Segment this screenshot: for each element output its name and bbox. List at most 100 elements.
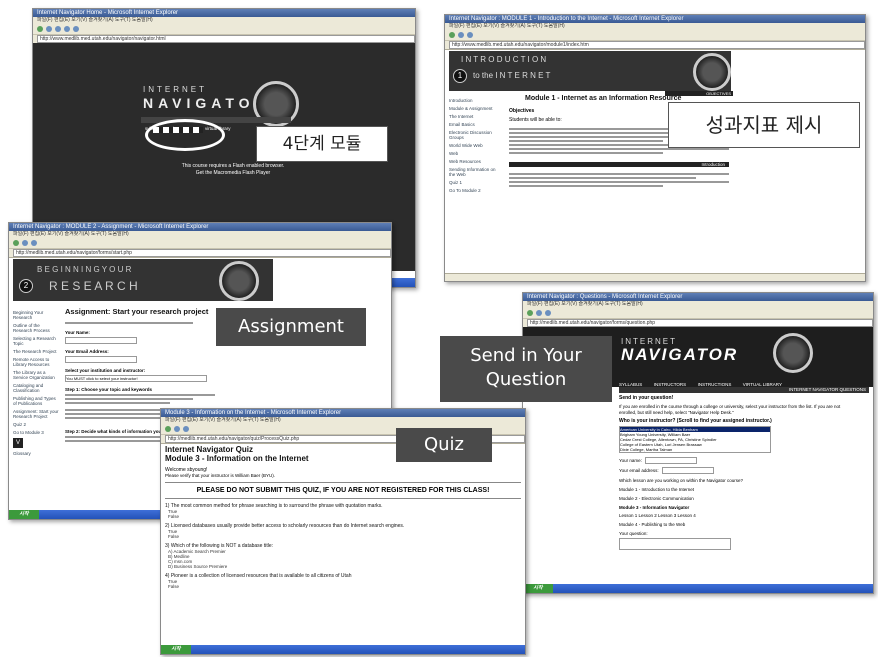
callout-performance-indicators: 성과지표 제시: [668, 102, 860, 148]
back-icon[interactable]: [527, 310, 533, 316]
sidebar-item[interactable]: Quiz 2: [13, 422, 59, 427]
text-line: [509, 148, 729, 150]
callout-send-question: Send in Your Question: [440, 336, 612, 402]
quiz-warning: PLEASE DO NOT SUBMIT THIS QUIZ, IF YOU A…: [196, 487, 490, 494]
sidebar-item[interactable]: Remote Access to Library Resources: [13, 357, 59, 367]
sidebar-item[interactable]: Cataloging and Classification: [13, 383, 59, 393]
refresh-icon[interactable]: [31, 240, 37, 246]
divider: [165, 482, 521, 483]
sidebar-item[interactable]: Sending Information on the Web: [449, 167, 503, 177]
sidebar-item[interactable]: Beginning Your Research: [13, 310, 59, 320]
taskbar: 시작: [523, 584, 873, 593]
banner-line-2: R E S E A R C H: [49, 279, 138, 293]
sidebar-item[interactable]: The Research Project: [13, 349, 59, 354]
instructor-listbox[interactable]: American University in Cairo, Hilda Benh…: [619, 426, 771, 453]
module1-sidebar: Introduction Module & Assignment The Int…: [449, 95, 503, 196]
sidebar-item[interactable]: The Library as a Service Organization: [13, 370, 59, 380]
browser-toolbar: [523, 308, 873, 319]
address-field[interactable]: http://www.medlib.med.utah.edu/navigator…: [37, 35, 415, 43]
sidebar-item[interactable]: Web: [449, 151, 503, 156]
menu-bar[interactable]: 파일(F) 편집(E) 보기(V) 즐겨찾기(A) 도구(T) 도움말(H): [33, 17, 415, 24]
text-line: [509, 173, 729, 175]
answer-radio[interactable]: False: [168, 514, 521, 519]
answer-radio[interactable]: False: [168, 534, 521, 539]
sidebar-item[interactable]: Web Resources: [449, 159, 503, 164]
stop-icon[interactable]: [55, 26, 61, 32]
assignment-sidebar: Beginning Your Research Outline of the R…: [13, 307, 59, 459]
module1-banner: I N T R O D U C T I O N to the I N T E R…: [449, 51, 731, 91]
quiz-question-4: 4) Pioneer is a collection of licensed r…: [165, 573, 521, 589]
sidebar-item[interactable]: Selecting a Research Topic: [13, 336, 59, 346]
menu-bar[interactable]: 파일(F) 편집(E) 보기(V) 즐겨찾기(A) 도구(T) 도움말(H): [445, 23, 865, 30]
sidebar-item[interactable]: Go to Module 3: [13, 430, 59, 435]
banner-line-2: to the I N T E R N E T: [473, 71, 551, 80]
forward-icon[interactable]: [458, 32, 464, 38]
email-input[interactable]: [661, 467, 714, 474]
sidebar-item[interactable]: Glossary: [13, 451, 59, 456]
refresh-icon[interactable]: [64, 26, 70, 32]
start-button[interactable]: 시작: [9, 510, 39, 519]
step1-label: Step 1: Choose your topic and keywords: [65, 387, 153, 392]
forward-icon[interactable]: [22, 240, 28, 246]
forward-icon[interactable]: [46, 26, 52, 32]
status-bar: [445, 273, 865, 281]
address-field[interactable]: http://medlib.med.utah.edu/navigator/for…: [527, 319, 873, 327]
your-email-label: Your email address:: [619, 468, 659, 473]
home-icon[interactable]: [73, 26, 79, 32]
name-input[interactable]: [65, 337, 137, 344]
sidebar-item[interactable]: Outline of the Research Process: [13, 323, 59, 333]
sidebar-item[interactable]: World Wide Web: [449, 143, 503, 148]
quiz-question-2: 2) Licensed databases usually provide be…: [165, 523, 521, 539]
quiz-question-1: 1) The most common method for phrase sea…: [165, 503, 521, 519]
name-input[interactable]: [644, 457, 697, 464]
instructor-option[interactable]: Dixie College, Martha Talman: [620, 447, 770, 452]
start-button[interactable]: 시작: [161, 645, 191, 654]
sidebar-item[interactable]: Go To Module 2: [449, 188, 503, 193]
refresh-icon[interactable]: [545, 310, 551, 316]
menu-bar[interactable]: 파일(F) 편집(E) 보기(V) 즐겨찾기(A) 도구(T) 도움말(H): [161, 417, 525, 424]
answer-radio[interactable]: False: [168, 584, 521, 589]
title-bar: Module 3 - Information on the Internet -…: [161, 409, 525, 417]
sidebar-item[interactable]: Publishing and Types of Publications: [13, 396, 59, 406]
address-field[interactable]: http://medlib.med.utah.edu/navigator/for…: [13, 249, 391, 257]
taskbar: 시작: [161, 645, 525, 654]
question-textarea[interactable]: [619, 538, 731, 550]
sidebar-item[interactable]: Introduction: [449, 98, 503, 103]
title-bar: Internet Navigator Home - Microsoft Inte…: [33, 9, 415, 17]
forward-icon[interactable]: [174, 426, 180, 432]
back-icon[interactable]: [449, 32, 455, 38]
title-bar: Internet Navigator : Questions - Microso…: [523, 293, 873, 301]
refresh-icon[interactable]: [183, 426, 189, 432]
lesson-radios[interactable]: Lesson 1 Lesson 2 Lesson 3 Lesson 4: [619, 513, 849, 518]
module-radio-4[interactable]: Module 4 - Publishing to the Web: [619, 522, 849, 527]
menu-bar[interactable]: 파일(F) 편집(E) 보기(V) 즐겨찾기(A) 도구(T) 도움말(H): [523, 301, 873, 308]
module-radio-1[interactable]: Module 1 - Introduction to the Internet: [619, 487, 849, 492]
sidebar-item[interactable]: Electronic Discussion Groups: [449, 130, 503, 140]
highlight-ellipse: [145, 119, 225, 151]
sidebar-item[interactable]: Quiz 1: [449, 180, 503, 185]
flash-note: This course requires a Flash enabled bro…: [181, 163, 285, 169]
answer-radio[interactable]: D) Business Source Premiere: [168, 564, 521, 569]
callout-line-1: Send in Your: [470, 345, 582, 366]
select-institution-label: Select your institution and instructor:: [65, 368, 146, 373]
sidebar-item[interactable]: Assignment: Start your Research Project: [13, 409, 59, 419]
back-icon[interactable]: [37, 26, 43, 32]
sidebar-item[interactable]: Module & Assignment: [449, 106, 503, 111]
refresh-icon[interactable]: [467, 32, 473, 38]
sidebar-item[interactable]: Email Basics: [449, 122, 503, 127]
text-line: [509, 152, 663, 154]
module-radio-2[interactable]: Module 2 - Electronic Communication: [619, 496, 849, 501]
address-field[interactable]: http://www.medlib.med.utah.edu/navigator…: [449, 41, 865, 49]
menu-bar[interactable]: 파일(F) 편집(E) 보기(V) 즐겨찾기(A) 도구(T) 도움말(H): [9, 231, 391, 238]
back-icon[interactable]: [165, 426, 171, 432]
forward-icon[interactable]: [536, 310, 542, 316]
introduction-bar: Introduction: [509, 162, 729, 167]
objectives-tab[interactable]: OBJECTIVES: [665, 91, 733, 96]
sidebar-item[interactable]: The Internet: [449, 114, 503, 119]
start-button[interactable]: 시작: [523, 584, 553, 593]
instructor-select[interactable]: You MUST click to select your instructor…: [65, 375, 207, 382]
email-input[interactable]: [65, 356, 137, 363]
back-icon[interactable]: [13, 240, 19, 246]
assignment-heading: Assignment: Start your research project: [65, 307, 209, 316]
flash-player-link[interactable]: Get the Macromedia Flash Player: [153, 170, 313, 176]
